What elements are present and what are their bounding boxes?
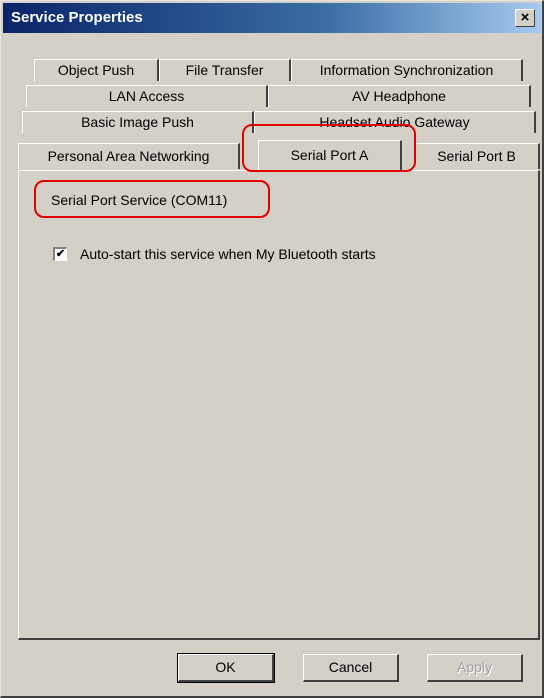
tab-personal-area-networking[interactable]: Personal Area Networking — [18, 143, 240, 169]
tab-object-push[interactable]: Object Push — [34, 59, 159, 81]
window-title: Service Properties — [11, 9, 143, 26]
serial-port-service-label: Serial Port Service (COM11) — [51, 192, 228, 208]
tab-serial-port-a[interactable]: Serial Port A — [258, 140, 402, 171]
tab-basic-image-push[interactable]: Basic Image Push — [22, 111, 254, 133]
title-bar[interactable]: Service Properties × — [3, 3, 541, 33]
ok-button[interactable]: OK — [177, 653, 275, 683]
autostart-label[interactable]: Auto-start this service when My Bluetoot… — [80, 246, 376, 262]
tab-lan-access[interactable]: LAN Access — [26, 85, 268, 107]
tab-av-headphone[interactable]: AV Headphone — [268, 85, 531, 107]
tab-information-synchronization[interactable]: Information Synchronization — [291, 59, 523, 81]
close-button[interactable]: × — [515, 9, 535, 27]
cancel-button[interactable]: Cancel — [303, 654, 399, 682]
autostart-checkbox[interactable]: ✔ — [53, 247, 67, 261]
tab-file-transfer[interactable]: File Transfer — [159, 59, 291, 81]
apply-button[interactable]: Apply — [427, 654, 523, 682]
tab-serial-port-b[interactable]: Serial Port B — [414, 143, 540, 169]
tab-headset-audio-gateway[interactable]: Headset Audio Gateway — [254, 111, 536, 133]
serial-port-a-panel — [18, 170, 540, 640]
